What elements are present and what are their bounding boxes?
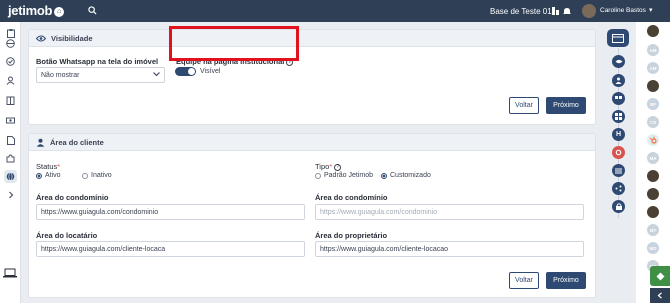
chevron-left-icon[interactable] [650, 288, 670, 303]
status-label: Status* [36, 162, 61, 171]
user-avatar[interactable] [582, 4, 596, 18]
hubspot-icon[interactable] [647, 134, 659, 146]
client-area-card-title: Área do cliente [50, 137, 104, 147]
team-toggle-label: Visível [200, 68, 221, 75]
avatar[interactable] [647, 25, 659, 37]
owner-area-label: Área do proprietário [315, 231, 388, 240]
avatar[interactable] [647, 170, 659, 182]
rail-quote-icon[interactable] [612, 92, 625, 105]
user-icon [36, 138, 45, 147]
condo-area-label: Área do condomínio [36, 193, 109, 202]
top-bar: jetimob ⌂ Base de Teste 01 Caroline Basto… [0, 0, 670, 22]
rail-grid-icon[interactable] [612, 110, 625, 123]
avatar[interactable] [647, 188, 659, 200]
rail-lock-icon[interactable] [612, 200, 625, 213]
status-option-ativo[interactable]: Ativo [36, 172, 61, 179]
whatsapp-support-button[interactable] [650, 266, 670, 286]
chevron-down-icon [153, 71, 160, 79]
client-area-card-header: Área do cliente [29, 134, 595, 151]
condo-area-label-2: Área do condomínio [315, 193, 388, 202]
search-icon[interactable] [88, 6, 97, 17]
condo-area-input[interactable]: https://www.guiagula.com/condominio [36, 204, 305, 220]
next-button[interactable]: Próximo [546, 272, 586, 289]
help-icon[interactable]: ? [334, 164, 342, 171]
eye-icon [36, 35, 46, 41]
chevron-right-icon[interactable] [4, 188, 17, 201]
rail-eye-icon[interactable] [612, 55, 625, 68]
laptop-icon[interactable] [3, 268, 17, 280]
avatar[interactable] [647, 80, 659, 92]
team-visibility-toggle[interactable] [175, 67, 196, 76]
top-icons [552, 6, 576, 18]
user-name[interactable]: Caroline Bastos [600, 7, 646, 14]
avatar[interactable] [647, 206, 659, 218]
avatar[interactable]: AM [647, 62, 659, 74]
visibility-card-header: Visibilidade [29, 30, 595, 47]
whatsapp-label: Botão Whatsapp na tela do imóvel [36, 57, 159, 66]
status-option-inativo[interactable]: Inativo [82, 172, 112, 179]
avatar[interactable]: MG [647, 242, 659, 254]
rail-share-icon[interactable] [612, 182, 625, 195]
toggle-knob [188, 68, 195, 75]
nav-item-globe[interactable] [4, 37, 17, 50]
bell-icon [563, 8, 571, 14]
rail-settings-icon[interactable] [612, 146, 625, 159]
visibility-card-title: Visibilidade [51, 33, 93, 43]
owner-area-input[interactable]: https://www.guiagula.com/cliente-locacao [315, 241, 584, 257]
nav-item-website[interactable] [4, 170, 17, 183]
chevron-down-icon[interactable]: ▾ [649, 6, 653, 14]
condo-area-input-2[interactable]: https://www.guiagula.com/condominio [315, 204, 584, 220]
section-rail: H [602, 22, 636, 303]
type-label: Tipo*? [315, 162, 342, 171]
visibility-card: Visibilidade Botão Whatsapp na tela do i… [28, 29, 596, 125]
highlight-annotation [169, 26, 299, 61]
type-option-padrao[interactable]: Padrão Jetimob [315, 172, 373, 179]
nav-item-users[interactable] [4, 74, 17, 87]
nav-item-building[interactable] [4, 94, 17, 107]
jetimob-logo[interactable]: jetimob ⌂ [8, 3, 65, 18]
type-option-customizado[interactable]: Customizado [381, 172, 431, 179]
avatar[interactable]: AM [647, 44, 659, 56]
avatar[interactable]: MA [647, 152, 659, 164]
back-button[interactable]: Voltar [509, 272, 539, 289]
radio-selected[interactable] [381, 172, 387, 179]
rail-list-icon[interactable] [612, 164, 625, 177]
tenant-area-input[interactable]: https://www.guiagula.com/cliente-locaca [36, 241, 305, 257]
site-name[interactable]: Base de Teste 01 [490, 7, 552, 16]
whatsapp-select[interactable]: Não mostrar [36, 67, 165, 83]
radio-selected[interactable] [36, 172, 42, 179]
client-area-card: Área do cliente Status* Ativo Inativo Ti… [28, 133, 596, 298]
avatar[interactable]: MT [647, 224, 659, 236]
rail-h-icon[interactable]: H [612, 128, 625, 141]
nav-item-puzzle[interactable] [4, 152, 17, 165]
whatsapp-select-value: Não mostrar [41, 71, 80, 79]
nav-item-document[interactable] [4, 134, 17, 147]
radio-unselected[interactable] [315, 172, 321, 179]
rail-user-icon[interactable] [612, 74, 625, 87]
tenant-area-label: Área do locatário [36, 231, 98, 240]
users-column: AM AM BF CS MA MT MG OS [636, 22, 670, 303]
avatar[interactable]: BF [647, 98, 659, 110]
radio-unselected[interactable] [82, 172, 88, 179]
nav-item-money[interactable] [4, 114, 17, 127]
avatar[interactable]: CS [647, 116, 659, 128]
chart-icon [552, 7, 555, 15]
next-button[interactable]: Próximo [546, 97, 586, 114]
back-button[interactable]: Voltar [509, 97, 539, 114]
left-nav [0, 22, 21, 303]
logo-badge-icon: ⌂ [54, 7, 65, 17]
rail-layout-button[interactable] [607, 29, 629, 47]
nav-item-check[interactable] [4, 55, 17, 68]
